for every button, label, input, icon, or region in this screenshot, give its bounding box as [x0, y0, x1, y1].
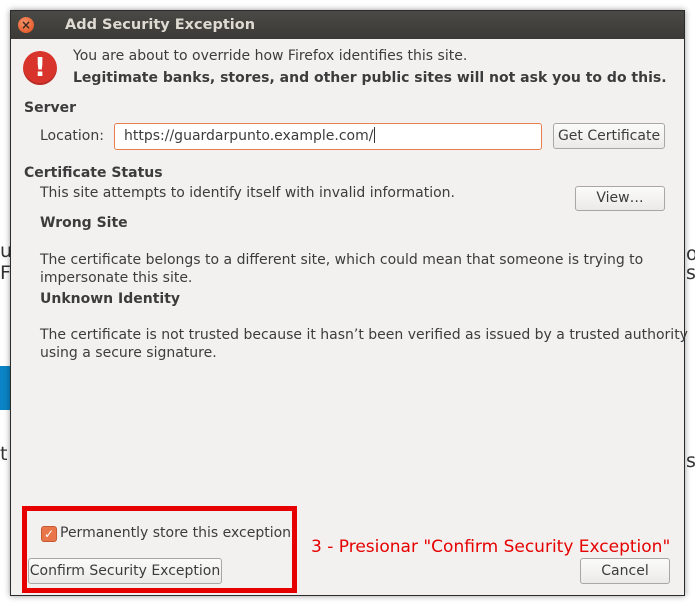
- cancel-button-label: Cancel: [601, 563, 649, 579]
- unknown-identity-heading: Unknown Identity: [40, 291, 181, 307]
- warning-text: You are about to override how Firefox id…: [73, 48, 468, 64]
- background-page-fragment: s: [686, 262, 695, 284]
- background-page-fragment: s: [686, 450, 695, 472]
- get-certificate-button[interactable]: Get Certificate: [553, 123, 665, 149]
- location-value: https://guardarpunto.example.com/: [124, 128, 374, 144]
- server-heading: Server: [24, 100, 77, 116]
- wrong-site-description: impersonate this site.: [40, 270, 193, 286]
- certificate-status-summary: This site attempts to identify itself wi…: [40, 185, 455, 201]
- location-input[interactable]: https://guardarpunto.example.com/: [114, 123, 542, 150]
- certificate-status-heading: Certificate Status: [24, 165, 163, 181]
- add-security-exception-dialog: × Add Security Exception ! You are about…: [10, 10, 688, 596]
- view-button-label: View…: [596, 190, 644, 206]
- text-caret: [374, 127, 376, 143]
- cancel-button[interactable]: Cancel: [580, 558, 670, 584]
- background-page-banner: [0, 366, 10, 410]
- background-page-fragment: t: [0, 443, 8, 465]
- wrong-site-description: The certificate belongs to a different s…: [40, 252, 644, 268]
- close-icon[interactable]: ×: [18, 17, 34, 33]
- view-certificate-button[interactable]: View…: [575, 186, 665, 211]
- annotation-highlight-box: [22, 506, 297, 593]
- unknown-identity-description: The certificate is not trusted because i…: [40, 327, 688, 343]
- warning-icon: !: [23, 51, 57, 85]
- get-certificate-label: Get Certificate: [557, 128, 661, 144]
- unknown-identity-description: using a secure signature.: [40, 345, 217, 361]
- annotation-instruction: 3 - Presionar "Confirm Security Exceptio…: [311, 537, 671, 557]
- dialog-title: Add Security Exception: [65, 17, 256, 33]
- location-label: Location:: [40, 128, 104, 144]
- wrong-site-heading: Wrong Site: [40, 215, 128, 231]
- dialog-titlebar: × Add Security Exception: [11, 11, 684, 39]
- warning-text-bold: Legitimate banks, stores, and other publ…: [73, 70, 667, 86]
